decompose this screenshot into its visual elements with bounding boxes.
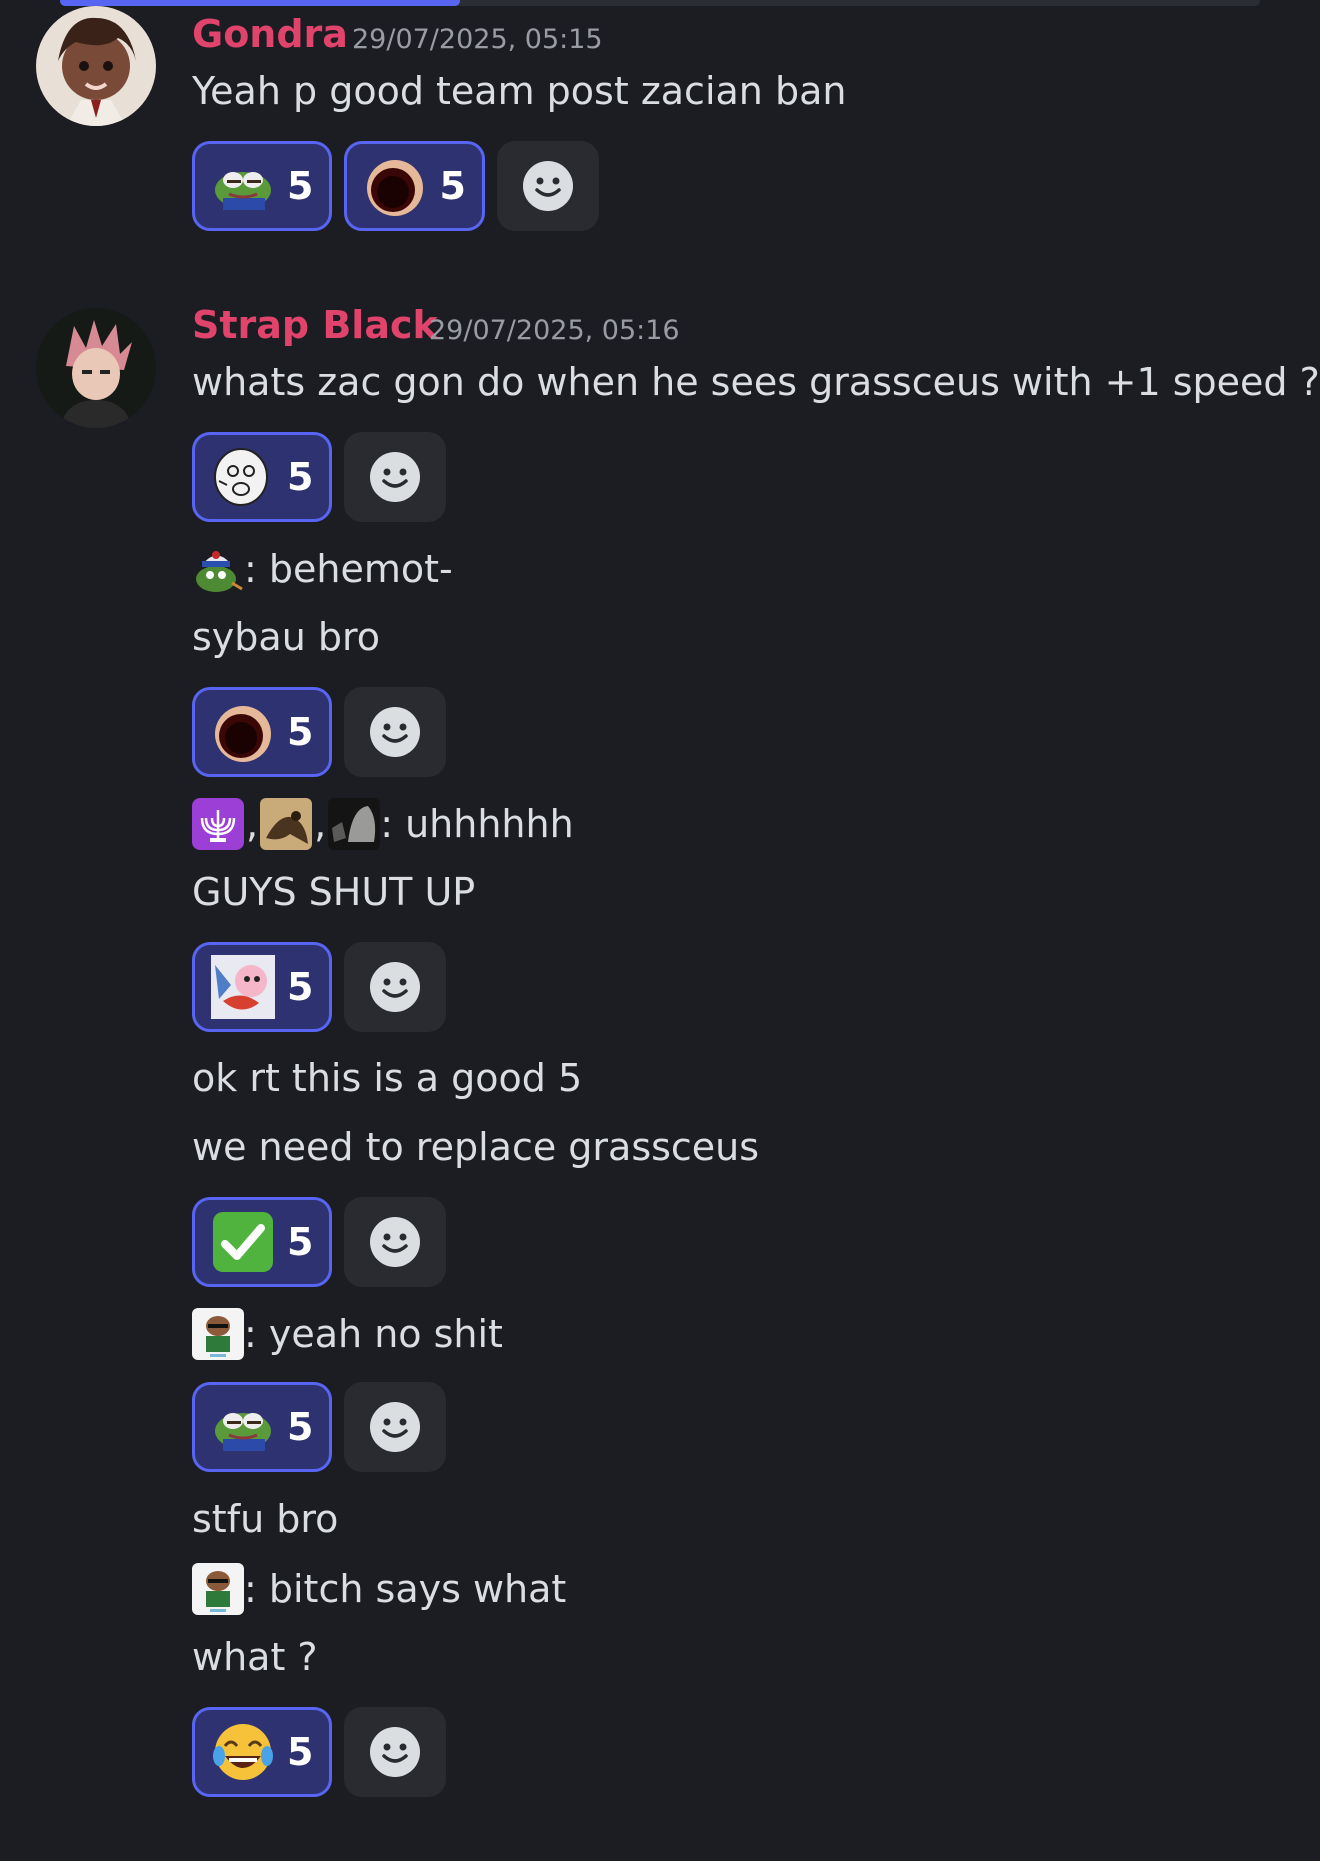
smiley-icon <box>370 1402 421 1452</box>
add-reaction-button[interactable] <box>344 942 447 1032</box>
reaction-count: 5 <box>287 1730 314 1774</box>
laughing-crying-icon <box>211 1720 275 1784</box>
pepe-frog-icon <box>211 1395 275 1459</box>
smiley-icon <box>370 1727 421 1777</box>
green-checkmark-icon <box>211 1210 275 1274</box>
add-reaction-button[interactable] <box>496 141 599 231</box>
reaction-pill[interactable]: 5 <box>192 687 333 777</box>
reaction-count: 5 <box>287 965 314 1009</box>
message-text: sybau bro <box>192 615 381 659</box>
username[interactable]: Strap Black <box>192 303 438 347</box>
dark-photo-icon <box>328 798 381 850</box>
reaction-pill[interactable]: 5 <box>192 141 333 231</box>
meme-face-icon <box>211 445 275 509</box>
reaction-count: 5 <box>287 455 314 499</box>
message-text: what ? <box>192 1635 318 1679</box>
reaction-bar: 5 <box>192 687 447 777</box>
message-text: whats zac gon do when he sees grassceus … <box>192 360 1320 404</box>
reaction-pill[interactable]: 5 <box>192 942 333 1032</box>
message-text: stfu bro <box>192 1497 339 1541</box>
pokemon-art-icon <box>211 955 275 1019</box>
cartoon-man-icon <box>192 1563 244 1615</box>
reply-line: , , : uhhhhhh <box>192 798 574 850</box>
reaction-count: 5 <box>439 164 466 208</box>
message-text: ok rt this is a good 5 <box>192 1056 583 1100</box>
message-text: we need to replace grassceus <box>192 1125 760 1169</box>
reaction-pill[interactable]: 5 <box>192 1197 333 1287</box>
add-reaction-button[interactable] <box>344 1382 447 1472</box>
reply-line: : bitch says what <box>192 1563 566 1615</box>
scroll-progress-bar <box>60 0 1260 6</box>
reaction-bar: 5 <box>192 1197 447 1287</box>
reaction-bar: 5 <box>192 1382 447 1472</box>
reaction-count: 5 <box>287 710 314 754</box>
timestamp: 29/07/2025, 05:16 <box>429 315 680 346</box>
reaction-bar: 5 <box>192 1707 447 1797</box>
add-reaction-button[interactable] <box>344 432 447 522</box>
username[interactable]: Gondra <box>192 12 348 56</box>
reaction-pill[interactable]: 5 <box>344 141 485 231</box>
smiley-icon <box>370 707 421 757</box>
reaction-bar: 5 <box>192 432 447 522</box>
message-text: GUYS SHUT UP <box>192 870 476 914</box>
reaction-pill[interactable]: 5 <box>192 432 333 522</box>
smiley-icon <box>370 452 421 502</box>
dark-hole-icon <box>363 154 427 218</box>
add-reaction-button[interactable] <box>344 1707 447 1797</box>
reply-line: : behemot- <box>192 543 453 595</box>
menorah-icon <box>192 798 244 850</box>
message-text: Yeah p good team post zacian ban <box>192 69 847 113</box>
eagle-photo-icon <box>260 798 313 850</box>
reaction-count: 5 <box>287 1220 314 1264</box>
smiley-icon <box>522 161 573 211</box>
reaction-count: 5 <box>287 164 314 208</box>
add-reaction-button[interactable] <box>344 1197 447 1287</box>
timestamp: 29/07/2025, 05:15 <box>352 24 603 55</box>
smiley-icon <box>370 1217 421 1267</box>
reply-line: : yeah no shit <box>192 1308 503 1360</box>
smiley-icon <box>370 962 421 1012</box>
dark-hole-icon <box>211 700 275 764</box>
reaction-bar: 5 <box>192 942 447 1032</box>
reaction-count: 5 <box>287 1405 314 1449</box>
avatar[interactable] <box>36 6 156 126</box>
reaction-pill[interactable]: 5 <box>192 1707 333 1797</box>
scroll-progress-fill <box>60 0 460 6</box>
reaction-pill[interactable]: 5 <box>192 1382 333 1472</box>
reaction-bar: 5 5 <box>192 141 599 231</box>
pepe-frog-icon <box>211 154 275 218</box>
pepe-hat-icon <box>192 543 244 595</box>
avatar[interactable] <box>36 308 156 428</box>
chat-view: Gondra 29/07/2025, 05:15 Yeah p good tea… <box>0 0 1320 1861</box>
cartoon-man-icon <box>192 1308 244 1360</box>
add-reaction-button[interactable] <box>344 687 447 777</box>
